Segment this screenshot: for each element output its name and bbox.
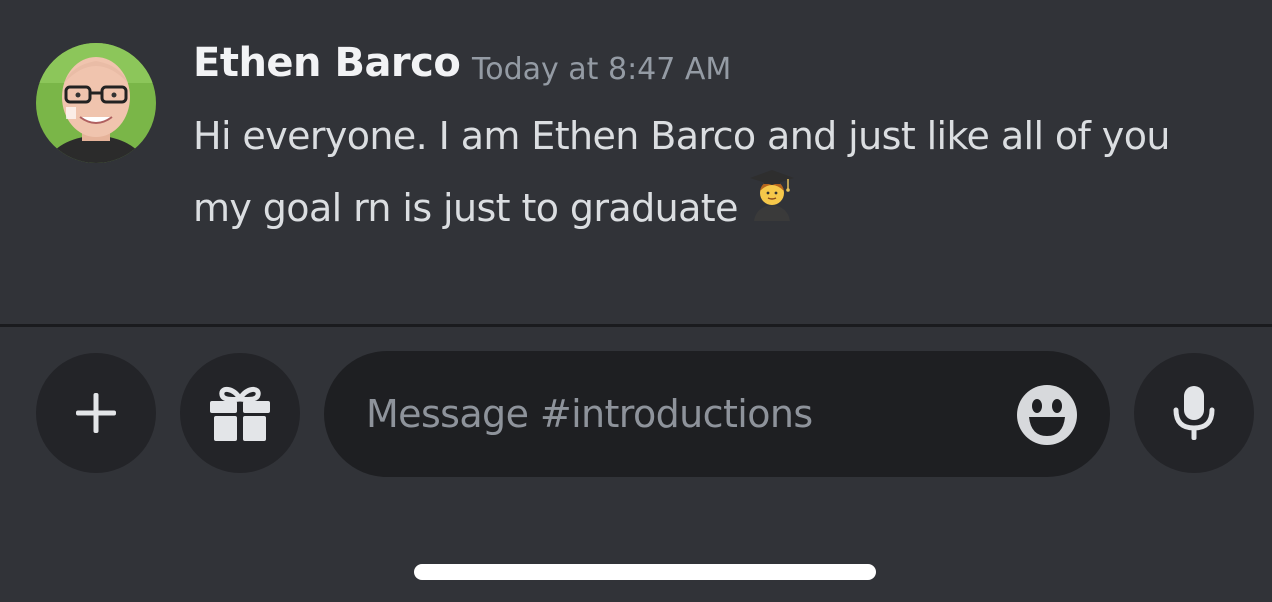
voice-message-button[interactable] — [1134, 353, 1254, 473]
message-author[interactable]: Ethen Barco — [193, 40, 461, 86]
home-indicator[interactable] — [414, 564, 876, 580]
message-timestamp: Today at 8:47 AM — [472, 52, 732, 87]
emoji-picker-button[interactable] — [1016, 384, 1078, 446]
message-line-text: my goal rn is just to graduate — [193, 186, 738, 230]
message-line-text: Hi everyone. I am Ethen Barco and just l… — [193, 114, 1170, 158]
avatar[interactable] — [36, 43, 156, 163]
message-content: Hi everyone. I am Ethen Barco and just l… — [193, 100, 1263, 248]
plus-icon — [76, 393, 116, 433]
message-line: my goal rn is just to graduate — [193, 169, 1263, 248]
gift-icon — [210, 387, 270, 441]
message-input-container[interactable] — [324, 351, 1110, 477]
student-emoji-icon — [748, 169, 796, 244]
gift-button[interactable] — [180, 353, 300, 473]
avatar-image — [36, 43, 156, 163]
smiley-icon — [1017, 385, 1077, 445]
message-input[interactable] — [366, 351, 996, 477]
microphone-icon — [1173, 386, 1215, 440]
chat-message: Ethen Barco Today at 8:47 AM Hi everyone… — [0, 0, 1272, 324]
add-attachment-button[interactable] — [36, 353, 156, 473]
message-line: Hi everyone. I am Ethen Barco and just l… — [193, 100, 1263, 172]
